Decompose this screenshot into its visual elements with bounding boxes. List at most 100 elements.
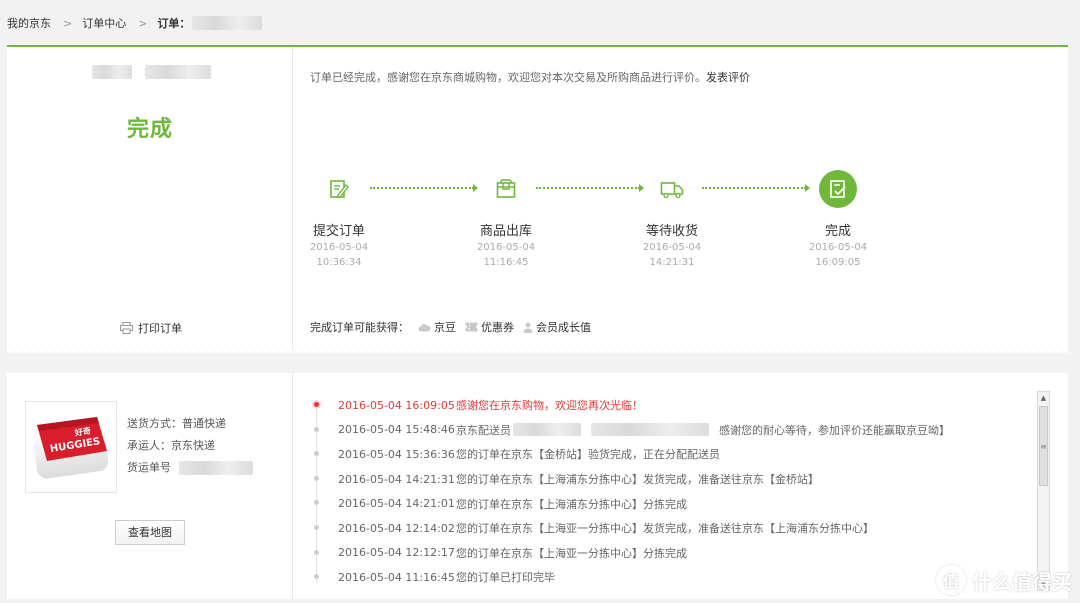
order-id-redacted — [92, 65, 132, 79]
progress-steps: 提交订单 2016-05-04 10:36:34 商品出库 2016-05-04… — [294, 170, 894, 280]
cloud-icon — [418, 323, 431, 331]
shipment-info: HUGGIES 好奇 送货方式： 普通快递 承运人： 京东快递 货运单号 查看地图 — [7, 373, 293, 599]
order-status-panel: 完成 打印订单 订单已经完成，感谢您在京东商城购物，欢迎您对本次交易及所购商品进… — [7, 45, 1068, 356]
tracking-desc: 您的订单在京东【金桥站】验货完成，正在分配配送员 — [456, 448, 720, 462]
shipping-method-label: 送货方式： — [127, 417, 182, 430]
order-complete-text: 订单已经完成，感谢您在京东商城购物，欢迎您对本次交易及所购商品进行评价。 — [310, 71, 706, 84]
courier-info-redacted — [513, 423, 581, 437]
tracking-desc: 您的订单在京东【上海亚一分拣中心】分拣完成 — [456, 546, 687, 560]
timeline-dot — [314, 475, 319, 481]
tracking-entry: 2016-05-04 14:21:31 您的订单在京东【上海浦东分拣中心】发货完… — [294, 467, 1038, 492]
step-date: 2016-05-04 — [642, 242, 702, 253]
tracking-entry: 2016-05-04 12:12:17 您的订单在京东【上海亚一分拣中心】分拣完… — [294, 541, 1038, 566]
tracking-scrollbar[interactable]: ▲ ≡ ▼ — [1037, 391, 1050, 591]
tracking-desc: 您的订单在京东【上海浦东分拣中心】分拣完成 — [456, 497, 687, 511]
watermark-logo: 值 — [936, 565, 966, 595]
tracking-entry: 2016-05-04 15:48:46 京东配送员 感谢您的耐心等待，参加评价还… — [294, 418, 1038, 443]
step-name: 等待收货 — [645, 224, 698, 239]
rewards-label: 完成订单可能获得： — [310, 321, 409, 334]
scroll-thumb[interactable]: ≡ — [1039, 406, 1048, 486]
scroll-up-arrow-icon[interactable]: ▲ — [1038, 392, 1049, 404]
tracking-number-label: 货运单号 — [127, 461, 171, 474]
reward-label: 会员成长值 — [536, 321, 591, 334]
tracking-time: 2016-05-04 12:12:17 — [338, 546, 455, 560]
reward-label: 优惠券 — [481, 321, 514, 334]
progress-step-submit: 提交订单 2016-05-04 10:36:34 — [294, 170, 384, 269]
tracking-list: 2016-05-04 16:09:05 感谢您在京东购物，欢迎您再次光临！ 20… — [294, 393, 1038, 590]
tracking-desc: 您的订单在京东【上海亚一分拣中心】发货完成，准备送往京东【上海浦东分拣中心】 — [456, 522, 874, 536]
tracking-time: 2016-05-04 14:21:31 — [338, 472, 455, 486]
tracking-entry: 2016-05-04 15:36:36 您的订单在京东【金桥站】验货完成，正在分… — [294, 442, 1038, 467]
progress-step-outbound: 商品出库 2016-05-04 11:16:45 — [461, 170, 551, 269]
reward-coupon[interactable]: 优惠券 — [465, 319, 514, 335]
timeline-dot — [314, 426, 319, 432]
order-progress-area: 订单已经完成，感谢您在京东商城购物，欢迎您对本次交易及所购商品进行评价。发表评价… — [294, 47, 1068, 351]
review-link[interactable]: 发表评价 — [706, 71, 750, 84]
carrier-label: 承运人： — [127, 439, 171, 452]
step-time: 10:36:34 — [316, 257, 362, 268]
reward-growth[interactable]: 会员成长值 — [523, 319, 591, 335]
tracking-desc: 京东配送员 感谢您的耐心等待，参加评价还能赢取京豆呦】 — [456, 422, 950, 438]
chevron-right-icon: > — [138, 16, 148, 30]
step-date: 2016-05-04 — [476, 242, 536, 253]
logistics-panel: HUGGIES 好奇 送货方式： 普通快递 承运人： 京东快递 货运单号 查看地图 … — [7, 373, 1068, 599]
tracking-time: 2016-05-04 15:48:46 — [338, 423, 455, 437]
box-icon — [487, 170, 525, 208]
order-id-redacted — [145, 65, 211, 79]
tracking-number-redacted — [179, 461, 253, 475]
shipping-method-row: 送货方式： 普通快递 — [127, 413, 253, 435]
progress-connector — [702, 184, 810, 192]
tracking-desc: 感谢您在京东购物，欢迎您再次光临！ — [456, 399, 643, 413]
tracking-time: 2016-05-04 15:36:36 — [338, 447, 455, 461]
order-status-title: 完成 — [126, 117, 173, 142]
courier-phone-redacted — [591, 423, 709, 437]
watermark: 值 什么值得买 — [936, 565, 1072, 595]
progress-step-complete: 完成 2016-05-04 16:09:05 — [793, 170, 883, 269]
step-name: 商品出库 — [479, 224, 532, 239]
tracking-time: 2016-05-04 12:14:02 — [338, 521, 455, 535]
step-name: 提交订单 — [312, 224, 365, 239]
reward-jingdou[interactable]: 京豆 — [418, 319, 456, 335]
step-name: 完成 — [824, 224, 851, 239]
truck-icon — [653, 170, 691, 208]
user-icon — [523, 322, 533, 333]
print-order-button[interactable]: 打印订单 — [120, 320, 182, 336]
tracking-desc-part: 京东配送员 — [456, 423, 511, 437]
ticket-icon — [465, 322, 478, 332]
progress-step-awaiting: 等待收货 2016-05-04 14:21:31 — [627, 170, 717, 269]
view-map-button[interactable]: 查看地图 — [115, 520, 185, 545]
progress-connector — [370, 184, 478, 192]
timeline-dot — [314, 451, 319, 457]
huggies-product-thumbnail: HUGGIES 好奇 — [33, 417, 109, 479]
breadcrumb-order-label: 订单： — [157, 17, 191, 30]
tracking-desc: 您的订单已打印完毕 — [456, 571, 555, 585]
step-time: 16:09:05 — [815, 257, 861, 268]
step-time: 11:16:45 — [483, 257, 529, 268]
tracking-time: 2016-05-04 14:21:01 — [338, 497, 455, 511]
tracking-number-row: 货运单号 — [127, 457, 253, 479]
step-date: 2016-05-04 — [309, 242, 369, 253]
step-time: 14:21:31 — [649, 257, 695, 268]
tracking-desc-part: 感谢您的耐心等待，参加评价还能赢取京豆呦】 — [719, 423, 950, 437]
timeline-dot — [314, 524, 319, 530]
timeline-dot — [314, 549, 319, 555]
order-complete-message: 订单已经完成，感谢您在京东商城购物，欢迎您对本次交易及所购商品进行评价。发表评价 — [310, 69, 750, 85]
print-order-label: 打印订单 — [138, 322, 182, 335]
order-number-redacted — [192, 16, 263, 30]
printer-icon — [120, 322, 133, 334]
tracking-time: 2016-05-04 16:09:05 — [338, 398, 455, 412]
product-image[interactable]: HUGGIES 好奇 — [25, 401, 117, 493]
shipping-details: 送货方式： 普通快递 承运人： 京东快递 货运单号 — [127, 413, 253, 479]
shipping-method-value: 普通快递 — [182, 417, 226, 430]
check-doc-icon — [819, 170, 857, 208]
tracking-desc: 您的订单在京东【上海浦东分拣中心】发货完成，准备送往京东【金桥站】 — [456, 473, 819, 487]
carrier-row: 承运人： 京东快递 — [127, 435, 253, 457]
timeline-dot-current — [314, 402, 319, 407]
carrier-value: 京东快递 — [171, 439, 215, 452]
breadcrumb-order-center-link[interactable]: 订单中心 — [82, 15, 126, 31]
tracking-entry: 2016-05-04 11:16:45 您的订单已打印完毕 — [294, 565, 1038, 590]
breadcrumb-home-link[interactable]: 我的京东 — [7, 15, 51, 31]
chevron-right-icon: > — [63, 16, 73, 30]
watermark-text: 什么值得买 — [972, 569, 1072, 594]
timeline-dot — [314, 500, 319, 506]
